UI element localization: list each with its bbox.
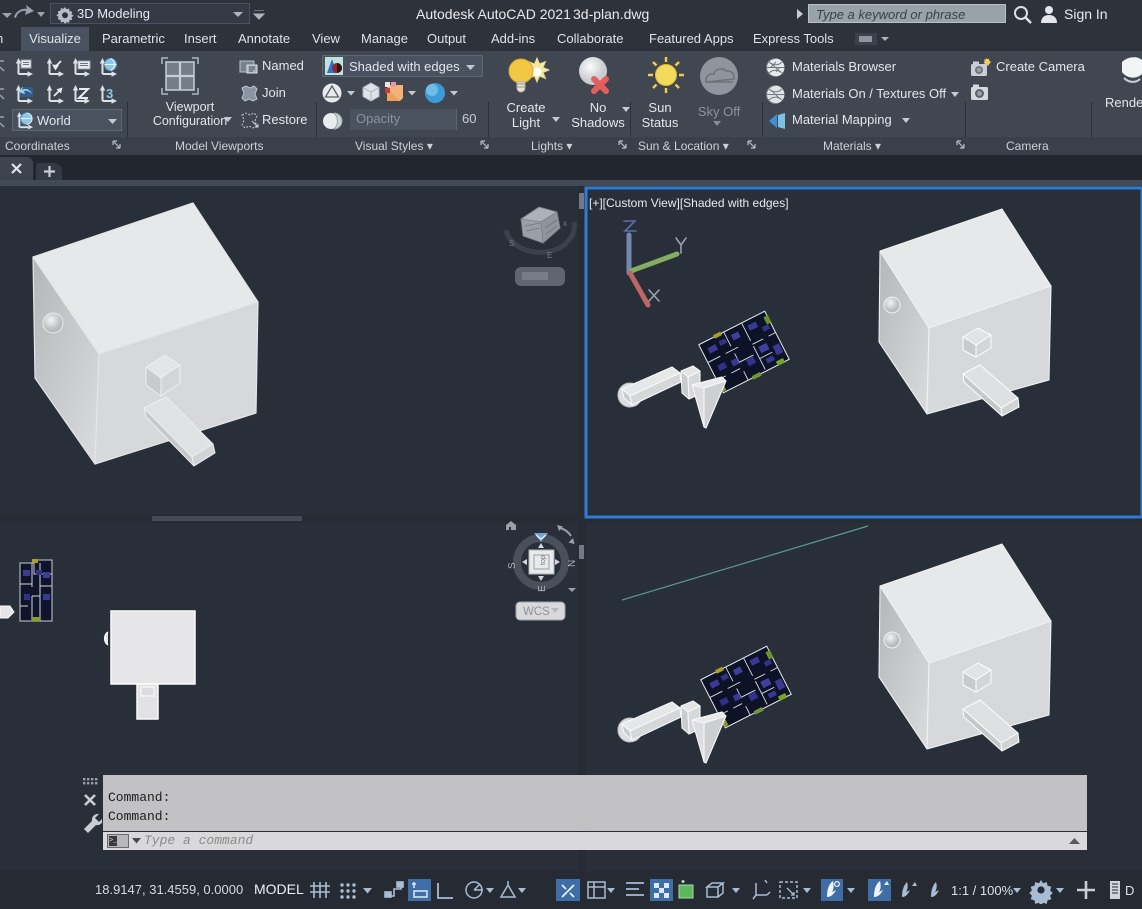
svg-text:x: x [563,219,567,228]
svg-text:S: S [507,562,518,569]
svg-text:top: top [540,555,547,565]
svg-text:E: E [537,585,548,592]
svg-text:S: S [509,239,514,248]
svg-text:WCS: WCS [523,606,550,618]
svg-text:E: E [547,251,552,260]
svg-text:[+][Custom View][Shaded with e: [+][Custom View][Shaded with edges] [589,196,789,210]
svg-text:1:1 / 100%: 1:1 / 100% [951,883,1014,898]
svg-text:D: D [1125,883,1134,898]
svg-text:N: N [567,560,578,567]
svg-text:3: 3 [106,86,113,101]
